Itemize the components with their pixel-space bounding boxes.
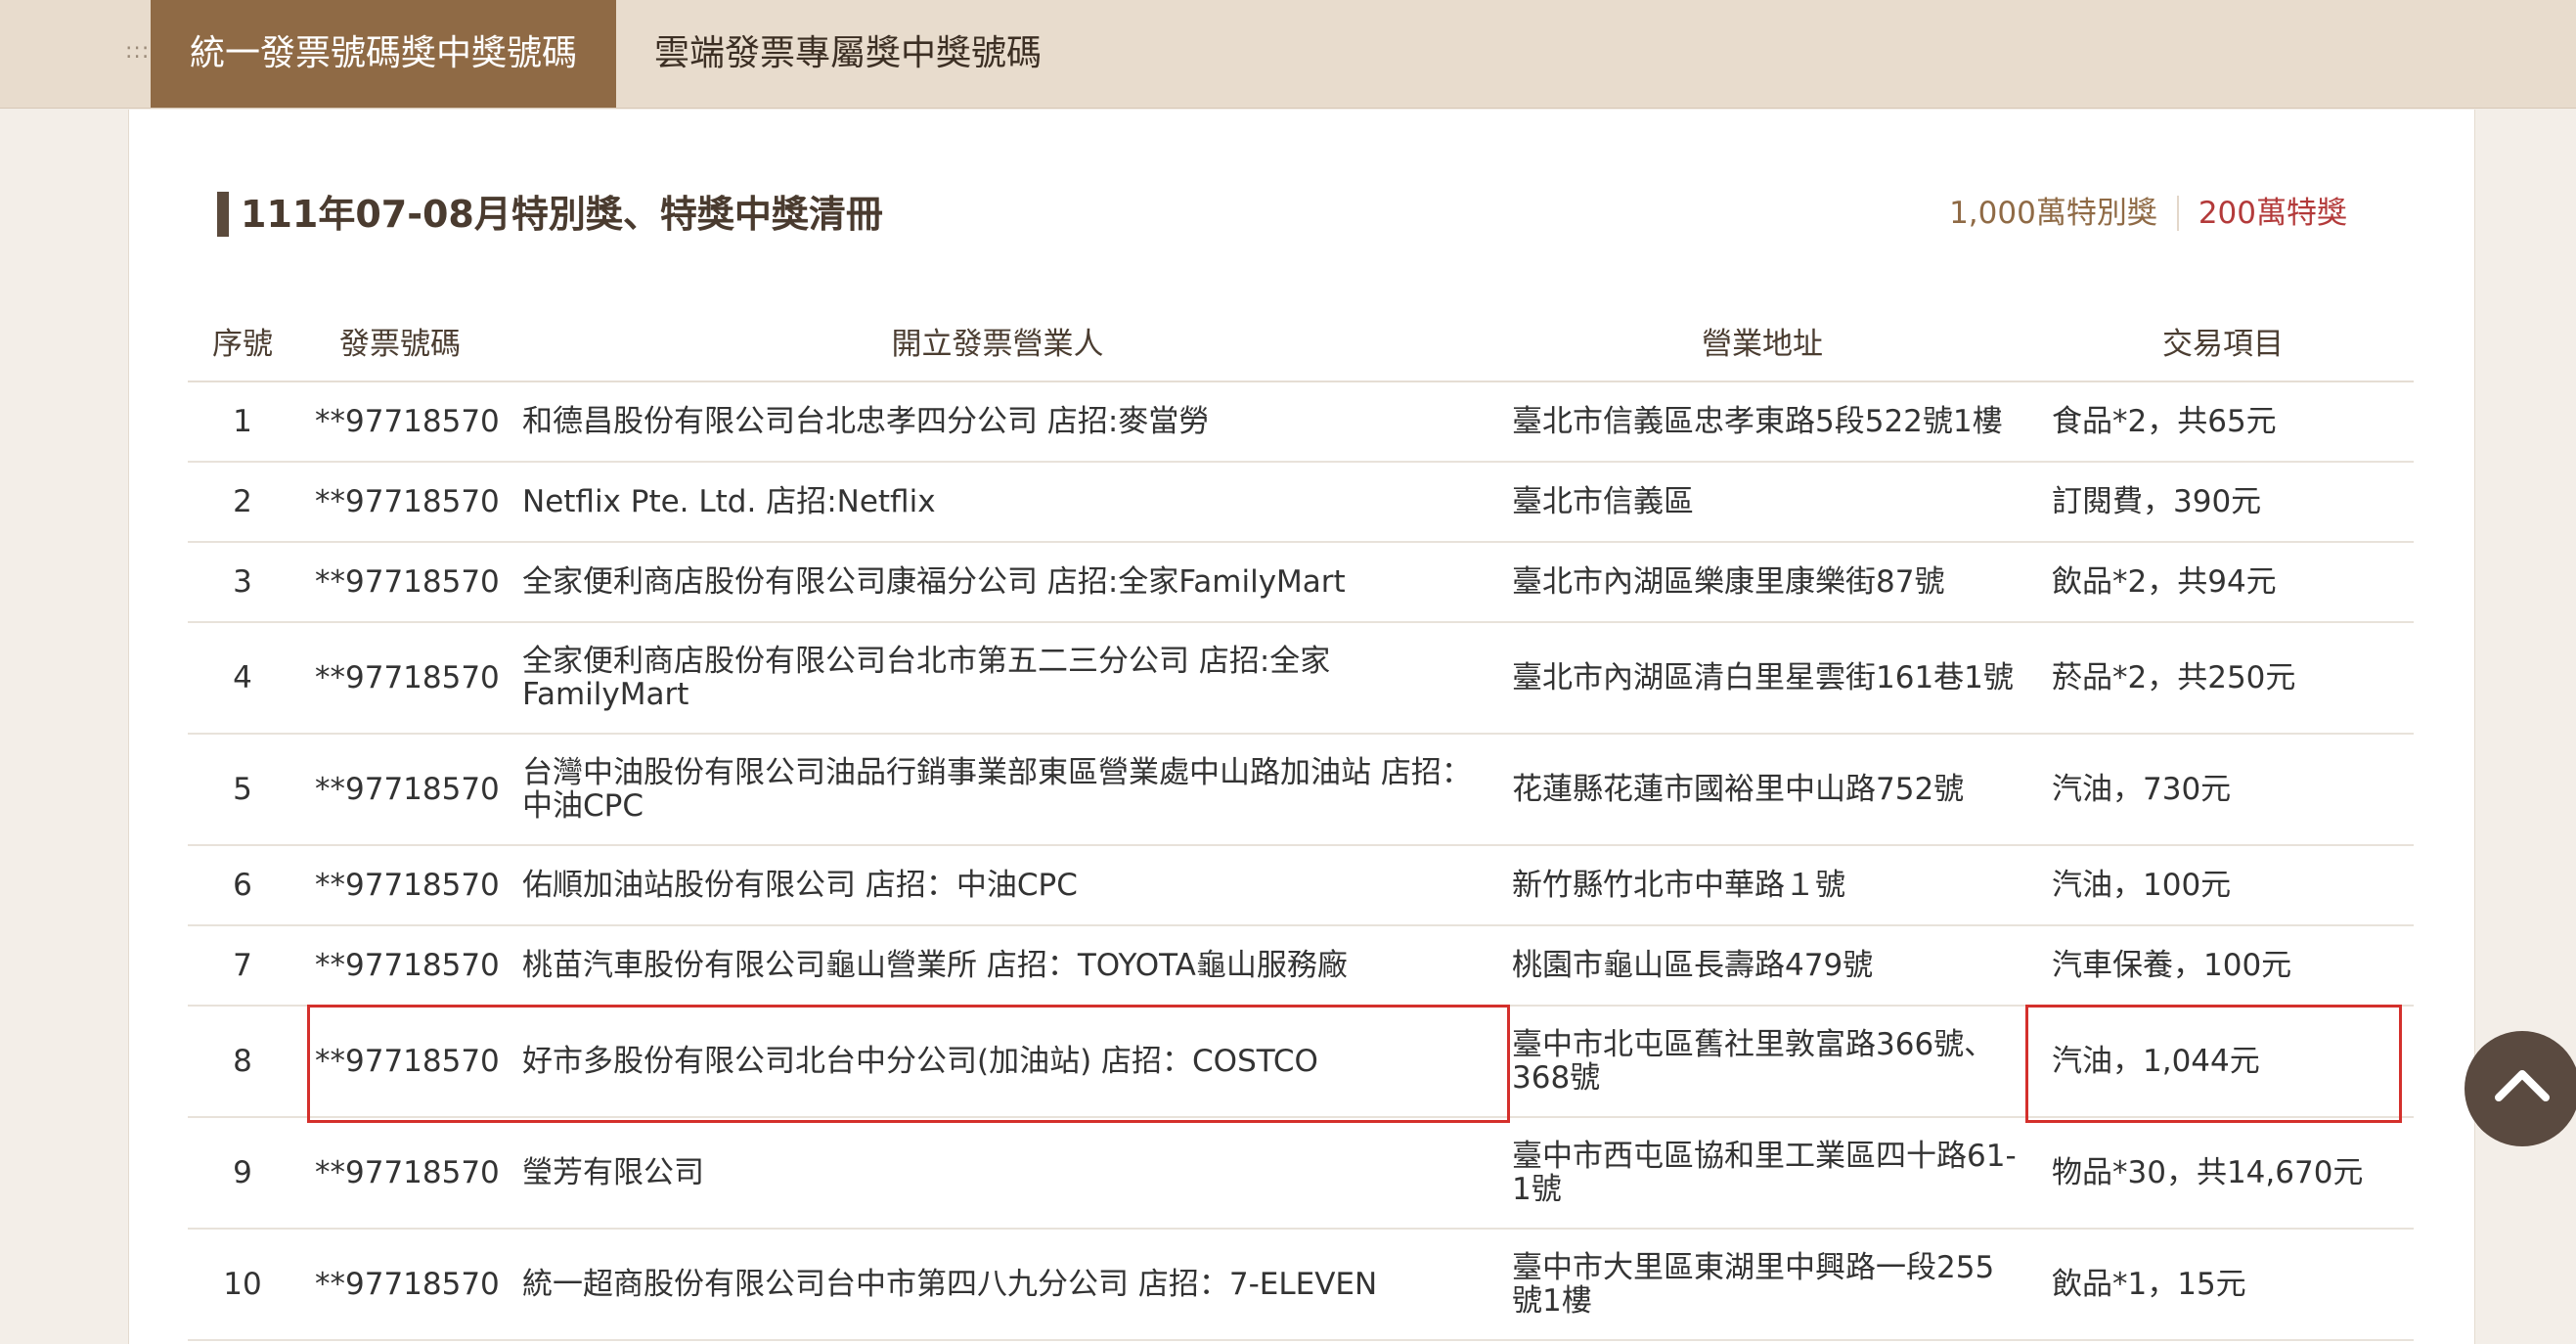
highlight-box-merchant bbox=[307, 1005, 1510, 1123]
cell-item: 汽車保養，100元 bbox=[2032, 925, 2414, 1007]
cell-address: 新竹縣竹北市中華路１號 bbox=[1492, 845, 2032, 926]
scroll-to-top-button[interactable] bbox=[2465, 1031, 2576, 1146]
cell-merchant: 瑩芳有限公司 bbox=[503, 1117, 1492, 1230]
cell-address: 臺北市信義區 bbox=[1492, 462, 2032, 543]
table-row: 3 **97718570 全家便利商店股份有限公司康福分公司 店招:全家Fami… bbox=[188, 542, 2414, 623]
cell-seq: 6 bbox=[188, 845, 297, 926]
cell-address: 臺中市西屯區協和里工業區四十路61-1號 bbox=[1492, 1117, 2032, 1230]
prize-tab-bar: ::: 統一發票號碼獎中獎號碼 雲端發票專屬獎中獎號碼 bbox=[0, 0, 2576, 109]
header-seq: 序號 bbox=[188, 300, 297, 382]
cell-merchant: 統一超商股份有限公司台中市第四八九分公司 店招：7-ELEVEN bbox=[503, 1229, 1492, 1341]
cell-seq: 10 bbox=[188, 1229, 297, 1341]
cell-invoice: **97718570 bbox=[297, 734, 503, 846]
highlight-box-item bbox=[2025, 1005, 2402, 1123]
cell-invoice: **97718570 bbox=[297, 381, 503, 463]
header-invoice-number: 發票號碼 bbox=[297, 300, 503, 382]
cell-merchant: 台灣中油股份有限公司油品行銷事業部東區營業處中山路加油站 店招：中油CPC bbox=[503, 734, 1492, 846]
cell-seq: 1 bbox=[188, 381, 297, 463]
cell-address: 臺中市北屯區舊社里敦富路366號、368號 bbox=[1492, 1006, 2032, 1118]
grand-prize-link[interactable]: 200萬特獎 bbox=[2179, 196, 2347, 231]
cell-item: 菸品*2，共250元 bbox=[2032, 622, 2414, 735]
cell-seq: 4 bbox=[188, 622, 297, 735]
header-address: 營業地址 bbox=[1492, 300, 2032, 382]
cell-address: 臺中市大里區東湖里中興路一段255號1樓 bbox=[1492, 1229, 2032, 1341]
cell-seq: 8 bbox=[188, 1006, 297, 1118]
header-merchant: 開立發票營業人 bbox=[503, 300, 1492, 382]
table-row: 1 **97718570 和德昌股份有限公司台北忠孝四分公司 店招:麥當勞 臺北… bbox=[188, 381, 2414, 463]
cell-merchant: 全家便利商店股份有限公司康福分公司 店招:全家FamilyMart bbox=[503, 542, 1492, 623]
cell-seq: 5 bbox=[188, 734, 297, 846]
cell-merchant: Netflix Pte. Ltd. 店招:Netflix bbox=[503, 462, 1492, 543]
table-row: 6 **97718570 佑順加油站股份有限公司 店招：中油CPC 新竹縣竹北市… bbox=[188, 845, 2414, 926]
cell-invoice: **97718570 bbox=[297, 622, 503, 735]
cell-item: 汽油，100元 bbox=[2032, 845, 2414, 926]
table-row: 7 **97718570 桃苗汽車股份有限公司龜山營業所 店招：TOYOTA龜山… bbox=[188, 925, 2414, 1007]
special-prize-link[interactable]: 1,000萬特別獎 bbox=[1949, 196, 2179, 231]
cell-address: 桃園市龜山區長壽路479號 bbox=[1492, 925, 2032, 1007]
cell-merchant: 桃苗汽車股份有限公司龜山營業所 店招：TOYOTA龜山服務廠 bbox=[503, 925, 1492, 1007]
cell-seq: 2 bbox=[188, 462, 297, 543]
table-row: 5 **97718570 台灣中油股份有限公司油品行銷事業部東區營業處中山路加油… bbox=[188, 734, 2414, 846]
header-transaction-item: 交易項目 bbox=[2032, 300, 2414, 382]
cell-seq: 9 bbox=[188, 1117, 297, 1230]
table-row: 2 **97718570 Netflix Pte. Ltd. 店招:Netfli… bbox=[188, 462, 2414, 543]
cell-invoice: **97718570 bbox=[297, 1117, 503, 1230]
chevron-up-icon bbox=[2495, 1070, 2550, 1101]
cell-item: 飲品*1，15元 bbox=[2032, 1229, 2414, 1341]
cell-invoice: **97718570 bbox=[297, 845, 503, 926]
cell-item: 汽油，730元 bbox=[2032, 734, 2414, 846]
tab-cloud-invoice-prizes[interactable]: 雲端發票專屬獎中獎號碼 bbox=[616, 0, 1080, 108]
page-title: 111年07-08月特別獎、特獎中獎清冊 bbox=[241, 193, 883, 236]
table-row: 4 **97718570 全家便利商店股份有限公司台北市第五二三分公司 店招:全… bbox=[188, 622, 2414, 735]
cell-item: 物品*30，共14,670元 bbox=[2032, 1117, 2414, 1230]
cell-merchant: 全家便利商店股份有限公司台北市第五二三分公司 店招:全家FamilyMart bbox=[503, 622, 1492, 735]
cell-address: 臺北市內湖區樂康里康樂街87號 bbox=[1492, 542, 2032, 623]
cell-invoice: **97718570 bbox=[297, 542, 503, 623]
cell-seq: 7 bbox=[188, 925, 297, 1007]
cell-item: 訂閱費，390元 bbox=[2032, 462, 2414, 543]
cell-invoice: **97718570 bbox=[297, 462, 503, 543]
cell-merchant: 佑順加油站股份有限公司 店招：中油CPC bbox=[503, 845, 1492, 926]
cell-address: 臺北市內湖區清白里星雲街161巷1號 bbox=[1492, 622, 2032, 735]
cell-address: 臺北市信義區忠孝東路5段522號1樓 bbox=[1492, 381, 2032, 463]
winners-panel: 111年07-08月特別獎、特獎中獎清冊 1,000萬特別獎 200萬特獎 序號 … bbox=[128, 110, 2475, 1344]
prize-filter-links: 1,000萬特別獎 200萬特獎 bbox=[1949, 184, 2347, 243]
table-row: 9 **97718570 瑩芳有限公司 臺中市西屯區協和里工業區四十路61-1號… bbox=[188, 1117, 2414, 1230]
winners-table: 序號 發票號碼 開立發票營業人 營業地址 交易項目 1 **97718570 和… bbox=[188, 300, 2414, 1341]
cell-seq: 3 bbox=[188, 542, 297, 623]
table-row: 10 **97718570 統一超商股份有限公司台中市第四八九分公司 店招：7-… bbox=[188, 1229, 2414, 1341]
title-accent-bar bbox=[217, 192, 229, 237]
cell-address: 花蓮縣花蓮市國裕里中山路752號 bbox=[1492, 734, 2032, 846]
drag-handle-icon[interactable]: ::: bbox=[125, 39, 150, 64]
cell-merchant: 和德昌股份有限公司台北忠孝四分公司 店招:麥當勞 bbox=[503, 381, 1492, 463]
cell-invoice: **97718570 bbox=[297, 925, 503, 1007]
table-header-row: 序號 發票號碼 開立發票營業人 營業地址 交易項目 bbox=[188, 300, 2414, 382]
cell-item: 食品*2，共65元 bbox=[2032, 381, 2414, 463]
cell-item: 飲品*2，共94元 bbox=[2032, 542, 2414, 623]
tab-uniform-invoice-prizes[interactable]: 統一發票號碼獎中獎號碼 bbox=[151, 0, 616, 108]
cell-invoice: **97718570 bbox=[297, 1229, 503, 1341]
